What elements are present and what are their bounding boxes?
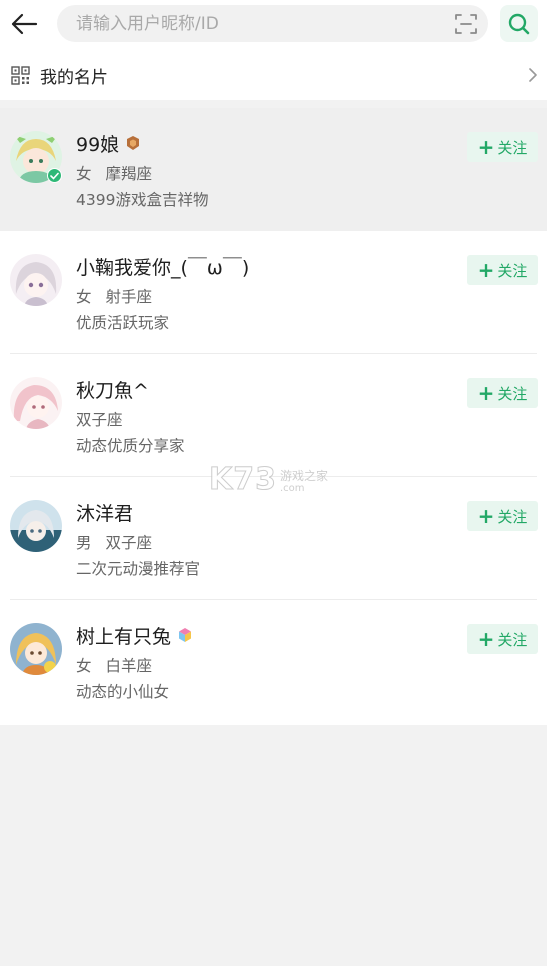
back-button[interactable]	[6, 6, 42, 42]
chevron-right-icon	[529, 68, 537, 82]
user-nickname: 沐洋君	[76, 502, 134, 525]
follow-label: 关注	[497, 630, 528, 649]
search-input[interactable]	[76, 5, 436, 42]
user-nickname: 小鞠我爱你_(￣ω￣)	[76, 256, 250, 279]
scan-button[interactable]	[454, 12, 478, 36]
user-description: 动态的小仙女	[76, 683, 170, 701]
top-bar	[0, 0, 547, 50]
follow-button[interactable]: + 关注	[467, 132, 538, 162]
user-zodiac: 双子座	[105, 534, 153, 552]
user-nickname: 99娘	[76, 133, 120, 156]
user-description: 优质活跃玩家	[76, 314, 170, 332]
arrow-left-icon	[11, 13, 38, 35]
user-gender: 女	[76, 165, 92, 183]
plus-icon: +	[477, 504, 495, 528]
user-nickname: 树上有只兔	[76, 625, 172, 648]
plus-icon: +	[477, 135, 495, 159]
avatar	[10, 254, 62, 306]
follow-label: 关注	[497, 138, 528, 157]
user-gender: 男	[76, 534, 92, 552]
list-item-user[interactable]: 秋刀魚^ 双子座 动态优质分享家 + 关注	[0, 354, 547, 477]
user-zodiac: 双子座	[76, 411, 123, 429]
search-icon	[508, 13, 530, 34]
search-box	[57, 5, 488, 42]
plus-icon: +	[477, 381, 495, 405]
user-description: 二次元动漫推荐官	[76, 560, 201, 578]
user-description: 4399游戏盒吉祥物	[76, 191, 209, 209]
list-item-user[interactable]: 沐洋君 男双子座 二次元动漫推荐官 + 关注	[0, 477, 547, 600]
follow-label: 关注	[497, 261, 528, 280]
avatar	[10, 377, 62, 429]
my-card-label: 我的名片	[40, 68, 108, 88]
avatar	[10, 500, 62, 552]
medal-badge-icon	[127, 136, 140, 150]
follow-label: 关注	[497, 384, 528, 403]
follow-label: 关注	[497, 507, 528, 526]
plus-icon: +	[477, 627, 495, 651]
user-zodiac: 摩羯座	[105, 165, 153, 183]
user-zodiac: 白羊座	[105, 657, 153, 675]
user-description: 动态优质分享家	[76, 437, 185, 455]
my-card-row[interactable]: 我的名片	[0, 50, 547, 100]
cube-badge-icon	[179, 628, 192, 642]
user-list: 99娘 女摩羯座 4399游戏盒吉祥物 + 关注 小鞠我爱你_(￣ω￣) 女 射…	[0, 108, 547, 725]
follow-button[interactable]: + 关注	[467, 378, 538, 408]
user-nickname: 秋刀魚^	[76, 379, 149, 402]
list-item-user[interactable]: 小鞠我爱你_(￣ω￣) 女射手座 优质活跃玩家 + 关注	[0, 231, 547, 354]
follow-button[interactable]: + 关注	[467, 624, 538, 654]
follow-button[interactable]: + 关注	[467, 255, 538, 285]
verified-badge	[47, 168, 62, 183]
follow-button[interactable]: + 关注	[467, 501, 538, 531]
list-item-user[interactable]: 99娘 女摩羯座 4399游戏盒吉祥物 + 关注	[0, 108, 547, 231]
user-zodiac: 射手座	[105, 288, 153, 306]
plus-icon: +	[477, 258, 495, 282]
user-gender: 女	[76, 657, 92, 675]
search-button[interactable]	[500, 5, 538, 42]
user-gender: 女	[76, 288, 92, 306]
list-item-user[interactable]: 树上有只兔 女白羊座 动态的小仙女 + 关注	[0, 600, 547, 723]
qr-code-icon	[11, 66, 30, 85]
avatar	[10, 623, 62, 675]
scan-icon	[455, 14, 477, 34]
